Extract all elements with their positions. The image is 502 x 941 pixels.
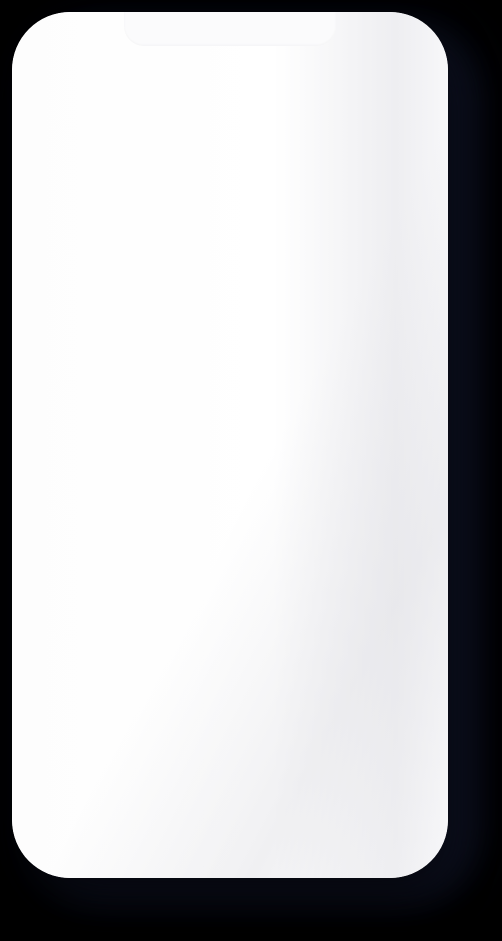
swatch-selected-underline	[266, 805, 296, 808]
product-actions: View Item Add to Cart	[390, 703, 405, 744]
product-text-block: Th $1	[392, 789, 405, 829]
heart-icon[interactable]	[325, 70, 347, 92]
product-name: The Rigby	[58, 788, 128, 805]
color-swatch-rust[interactable]	[344, 790, 374, 808]
brand-logo[interactable]: ▲ Homely	[164, 68, 264, 94]
quiz-link-container: Re-take the quiz	[23, 313, 405, 356]
hero-banner: It's YOU time! Good thing we found you t…	[25, 110, 403, 313]
swatch-chip	[305, 790, 335, 802]
retake-quiz-link[interactable]: Re-take the quiz	[154, 337, 274, 356]
phone-notch	[124, 12, 336, 46]
hero-subtitle-line-2: you the perfect sofa for the occasion!	[66, 276, 362, 297]
avatar-photo	[180, 131, 248, 199]
product-card[interactable]: View Item Add to Cart Th $1	[390, 453, 405, 829]
brand-name: Homely	[184, 68, 264, 93]
results-blurb: Check out the range of sofas best suited…	[23, 356, 405, 426]
hamburger-menu-icon[interactable]	[39, 72, 63, 90]
swatch-selected-underline	[305, 806, 335, 808]
product-actions: View Item Add to Cart	[56, 702, 376, 744]
color-swatch-stone[interactable]	[305, 790, 335, 808]
phone-mockup-frame: ▲ Homely It's YOU time! Good thing we fo…	[12, 12, 448, 878]
product-card[interactable]: View Item Add to Cart The Rigby $3,750	[56, 453, 376, 829]
swatch-chip	[344, 790, 374, 802]
product-carousel[interactable]: View Item Add to Cart The Rigby $3,750 T…	[23, 426, 405, 829]
phone-screen: ▲ Homely It's YOU time! Good thing we fo…	[23, 52, 405, 864]
swatch-chip	[266, 790, 296, 802]
sofa-product-image	[79, 570, 353, 683]
app-header: ▲ Homely	[23, 52, 405, 110]
hamburger-line	[39, 79, 63, 83]
header-actions	[325, 70, 389, 92]
product-image-area: View Item Add to Cart	[56, 453, 376, 772]
product-info: Th $1	[390, 772, 405, 829]
product-text-block: The Rigby $3,750	[58, 789, 127, 829]
blurb-line-1: Check out the range of sofas best suited	[66, 380, 362, 398]
avatar	[178, 129, 250, 201]
hero-subtitle-line-1: Good thing we found	[130, 251, 298, 272]
hero-text-block: It's YOU time! Good thing we found you t…	[25, 218, 403, 299]
view-item-button[interactable]: View Item	[80, 702, 207, 744]
shopping-bag-icon[interactable]	[367, 70, 389, 92]
product-info: The Rigby $3,750	[56, 772, 376, 829]
hamburger-line	[39, 87, 63, 90]
product-name: Th	[392, 788, 405, 805]
product-price: $1	[392, 814, 405, 829]
color-swatch-charcoal[interactable]	[266, 790, 296, 808]
swatch-selected-underline	[344, 806, 374, 808]
heart-icon[interactable]	[336, 474, 356, 494]
product-price: $3,750	[58, 814, 97, 829]
blurb-line-2: for you, based on your answers:	[96, 403, 332, 422]
hero-title: It's YOU time!	[147, 218, 281, 242]
color-swatch-group	[266, 789, 374, 808]
triangle-icon: ▲	[164, 72, 183, 92]
hamburger-line	[39, 72, 63, 75]
product-image-area: View Item Add to Cart	[390, 453, 405, 772]
add-to-cart-button[interactable]: Add to Cart	[225, 702, 352, 744]
screenshot-stage: ▲ Homely It's YOU time! Good thing we fo…	[0, 0, 502, 941]
